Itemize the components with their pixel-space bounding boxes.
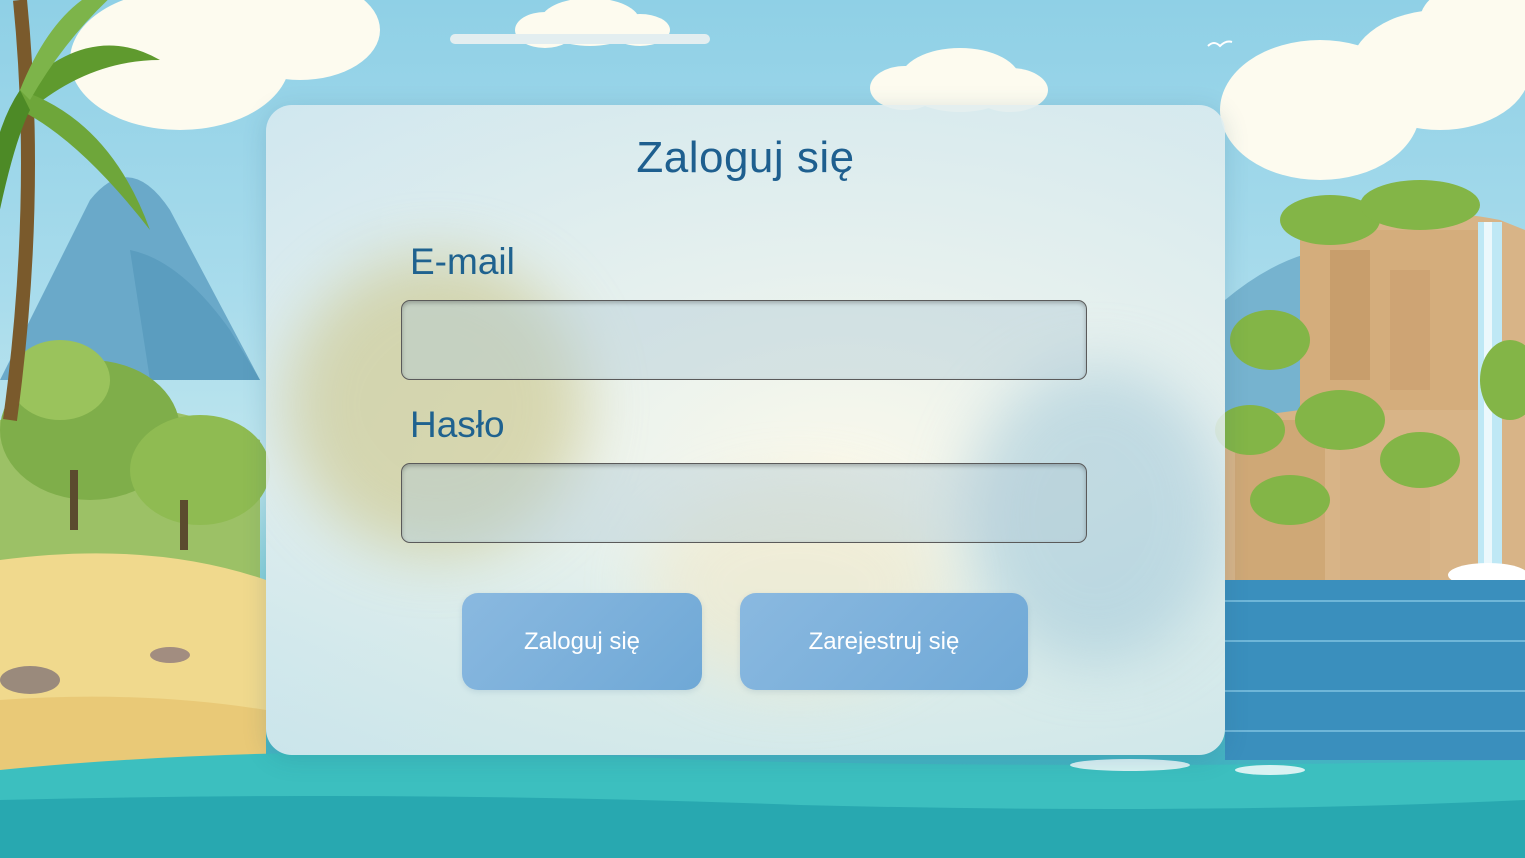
password-label: Hasło — [410, 404, 505, 445]
page-title: Zaloguj się — [636, 133, 855, 182]
register-button[interactable]: Zarejestruj się — [740, 593, 1028, 690]
email-field[interactable] — [401, 300, 1087, 380]
seagull-icon — [1207, 40, 1233, 48]
email-label: E-mail — [410, 241, 515, 282]
password-field[interactable] — [401, 463, 1087, 543]
login-button[interactable]: Zaloguj się — [462, 593, 702, 690]
login-card: Zaloguj się E-mail Hasło Zaloguj się Zar… — [266, 105, 1225, 755]
tropical-background: Zaloguj się E-mail Hasło Zaloguj się Zar… — [0, 0, 1525, 858]
